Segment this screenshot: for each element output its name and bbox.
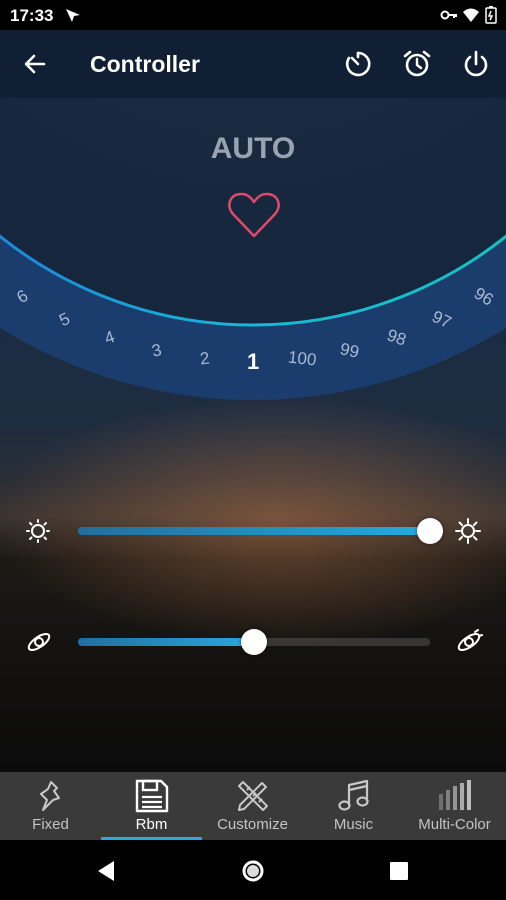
dial-number[interactable]: 1	[247, 349, 259, 375]
status-bar: 17:33	[0, 0, 506, 30]
tab-customize[interactable]: Customize	[202, 772, 303, 840]
bottom-navigation: Fixed Rbm Customize Music Multi-Color	[0, 772, 506, 840]
key-icon	[440, 10, 457, 20]
brightness-slider[interactable]	[78, 518, 443, 544]
recents-square-icon[interactable]	[389, 861, 409, 881]
page-title: Controller	[90, 51, 200, 77]
wifi-icon	[463, 8, 479, 22]
tab-multi-color[interactable]: Multi-Color	[404, 772, 505, 840]
back-button[interactable]	[13, 42, 57, 86]
speed-slider-fill	[78, 638, 254, 646]
brightness-slider-fill	[78, 527, 430, 535]
timer-button[interactable]	[336, 42, 380, 86]
back-arrow-icon	[24, 54, 46, 74]
mode-label: AUTO	[210, 132, 296, 165]
dial-number[interactable]: 2	[199, 349, 211, 370]
speed-slider[interactable]	[78, 629, 430, 655]
music-icon	[337, 779, 369, 811]
tab-label: Fixed	[32, 816, 69, 833]
speed-slow-icon	[27, 632, 51, 652]
power-icon	[464, 50, 488, 77]
tools-icon	[237, 781, 268, 811]
system-navigation-bar	[0, 840, 506, 900]
home-circle-icon[interactable]	[241, 859, 265, 883]
brightness-high-icon	[455, 518, 481, 544]
brightness-slider-thumb[interactable]	[417, 518, 443, 544]
heart-icon[interactable]	[227, 190, 281, 240]
bars-icon	[438, 780, 471, 810]
battery-icon	[485, 6, 497, 24]
timer-icon	[345, 51, 371, 77]
tab-label: Customize	[217, 816, 288, 833]
speed-fast-icon	[457, 629, 483, 652]
dial-number[interactable]: 100	[286, 348, 317, 371]
tab-fixed[interactable]: Fixed	[0, 772, 101, 840]
speed-slider-thumb[interactable]	[241, 629, 267, 655]
pin-icon	[39, 781, 60, 811]
tab-label: Music	[333, 816, 374, 833]
navigation-arrow-icon	[66, 9, 80, 22]
tab-label: Rbm	[135, 816, 168, 833]
tab-rbm[interactable]: Rbm	[101, 772, 202, 840]
tab-music[interactable]: Music	[303, 772, 404, 840]
alarm-clock-icon	[403, 50, 431, 77]
status-time: 17:33	[10, 6, 54, 25]
tab-label: Multi-Color	[418, 816, 491, 833]
brightness-low-icon	[26, 519, 50, 543]
alarm-button[interactable]	[395, 42, 439, 86]
power-button[interactable]	[454, 42, 498, 86]
back-triangle-icon[interactable]	[96, 860, 116, 882]
save-icon	[135, 779, 168, 813]
app-bar: Controller	[0, 30, 506, 98]
